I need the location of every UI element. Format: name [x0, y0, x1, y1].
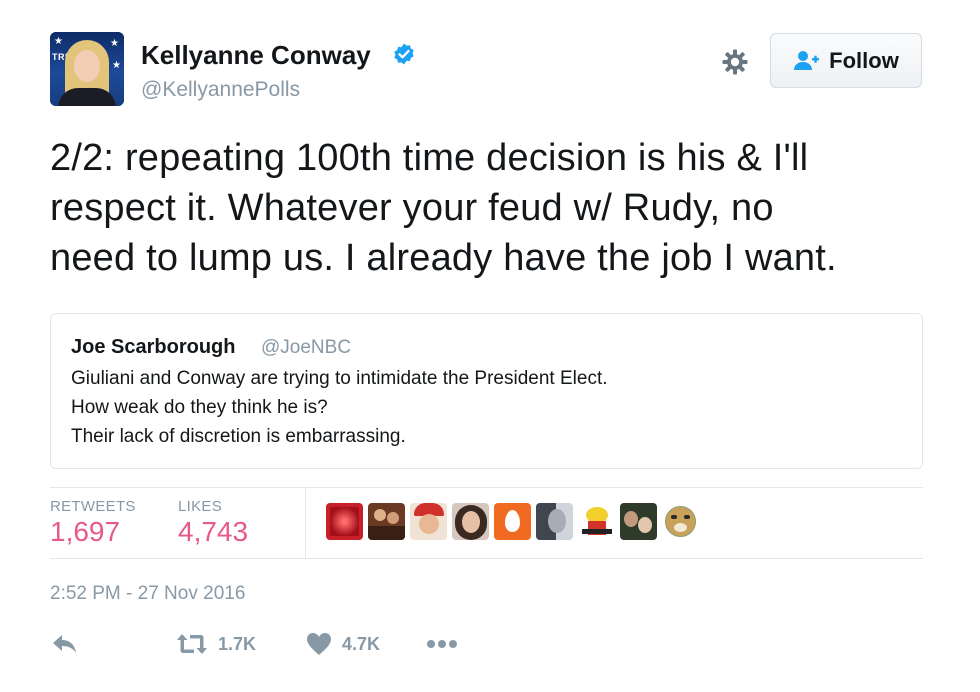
- author-handle[interactable]: @KellyannePolls: [141, 78, 300, 102]
- tweet-text-line: respect it. Whatever your feud w/ Rudy, …: [50, 187, 774, 229]
- quoted-text-line: Giuliani and Conway are trying to intimi…: [71, 368, 608, 389]
- verified-badge-icon: [394, 43, 414, 65]
- quoted-author-handle: @JoeNBC: [261, 337, 352, 358]
- likes-label[interactable]: LIKES: [178, 498, 222, 515]
- reply-button[interactable]: [52, 630, 78, 658]
- heart-icon: [307, 633, 331, 655]
- liker-avatar[interactable]: [368, 503, 405, 540]
- tweet-text-line: need to lump us. I already have the job …: [50, 237, 837, 279]
- tweet-text-line: 2/2: repeating 100th time decision is hi…: [50, 137, 809, 179]
- follow-button[interactable]: Follow: [770, 33, 922, 88]
- author-avatar[interactable]: ★ ★ ★ TRU: [50, 32, 124, 106]
- liker-avatar[interactable]: [536, 503, 573, 540]
- follow-label: Follow: [829, 47, 899, 73]
- liker-avatar[interactable]: [620, 503, 657, 540]
- liker-avatar[interactable]: [410, 503, 447, 540]
- quoted-tweet[interactable]: Joe Scarborough @JoeNBC Giuliani and Con…: [50, 313, 923, 469]
- retweets-count[interactable]: 1,697: [50, 516, 120, 548]
- retweet-button[interactable]: 1.7K: [176, 630, 256, 658]
- quoted-author-name: Joe Scarborough: [71, 336, 236, 358]
- tweet-card: ★ ★ ★ TRU Kellyanne Conway @KellyannePol…: [0, 0, 980, 692]
- reply-icon: [53, 635, 76, 653]
- stats-bottom-divider: [50, 558, 923, 559]
- quoted-text-line: Their lack of discretion is embarrassing…: [71, 426, 406, 447]
- liker-avatar[interactable]: [452, 503, 489, 540]
- quoted-text-line: How weak do they think he is?: [71, 397, 328, 418]
- add-user-icon: [794, 50, 820, 70]
- liker-avatar[interactable]: [326, 503, 363, 540]
- stats-separator: [305, 488, 306, 558]
- more-icon: [427, 640, 457, 648]
- retweet-count: 1.7K: [218, 633, 257, 654]
- liker-avatar[interactable]: [662, 503, 699, 540]
- retweets-label[interactable]: RETWEETS: [50, 498, 136, 515]
- liker-avatar[interactable]: [578, 503, 615, 540]
- likes-count[interactable]: 4,743: [178, 516, 248, 548]
- like-count: 4.7K: [342, 633, 381, 654]
- tweet-timestamp[interactable]: 2:52 PM - 27 Nov 2016: [50, 583, 245, 605]
- more-button[interactable]: [426, 630, 458, 658]
- author-display-name[interactable]: Kellyanne Conway: [141, 40, 371, 71]
- like-button[interactable]: 4.7K: [306, 630, 380, 658]
- retweet-icon: [177, 634, 207, 654]
- liker-avatar[interactable]: [494, 503, 531, 540]
- stats-top-divider: [50, 487, 923, 488]
- gear-icon[interactable]: [722, 49, 748, 75]
- tweet-text: 2/2: repeating 100th time decision is hi…: [50, 133, 930, 283]
- liker-avatars: [326, 503, 699, 540]
